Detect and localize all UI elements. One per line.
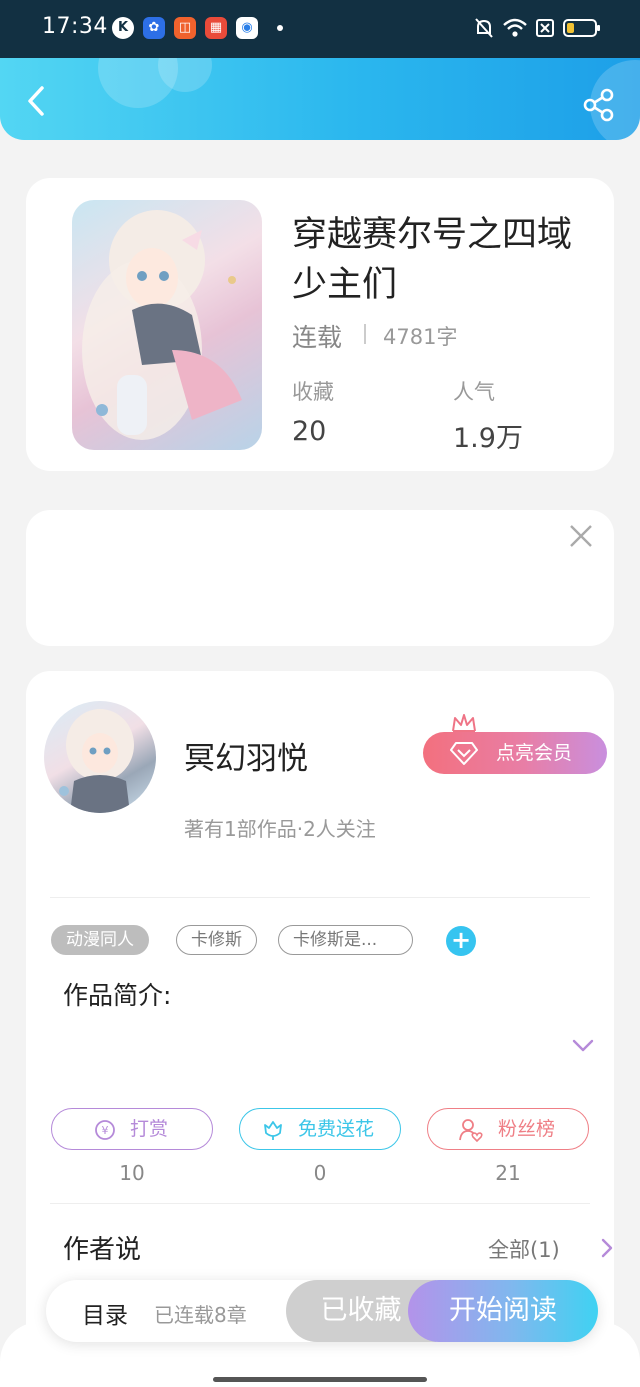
close-icon[interactable] — [568, 523, 594, 549]
tip-button[interactable]: ¥ 打赏 — [51, 1108, 213, 1150]
intro-label: 作品简介: — [63, 981, 172, 1010]
favorites-value: 20 — [292, 416, 327, 447]
mute-icon — [475, 18, 493, 38]
book-status: 连载 — [292, 323, 343, 352]
favorites-label: 收藏 — [292, 380, 334, 404]
home-indicator[interactable] — [213, 1377, 427, 1382]
chevron-down-icon[interactable] — [572, 1039, 594, 1053]
crown-icon — [452, 714, 476, 732]
share-button[interactable] — [582, 88, 616, 122]
chevron-right-icon[interactable] — [600, 1238, 614, 1258]
header-bar — [0, 58, 640, 140]
author-says-heading: 作者说 — [63, 1235, 142, 1265]
vip-button-label: 点亮会员 — [496, 742, 573, 764]
tag-chip[interactable]: 卡修斯 — [176, 925, 257, 955]
author-avatar[interactable] — [44, 701, 156, 813]
tag-chip[interactable]: 动漫同人 — [51, 925, 149, 955]
bottom-action-bar: 目录 已连载8章 已收藏 开始阅读 — [46, 1280, 598, 1342]
grid-app-icon: ◫ — [174, 17, 196, 39]
divider — [50, 1203, 590, 1204]
book-title: 穿越赛尔号之四域少主们 — [292, 215, 573, 305]
circle-app-icon: ◉ — [236, 17, 258, 39]
book-info-card: 穿越赛尔号之四域少主们 连载 4781字 收藏 20 人气 1.9万 — [26, 178, 614, 471]
fan-icon — [459, 1119, 483, 1143]
battery-icon — [563, 19, 600, 37]
author-meta: 著有1部作品·2人关注 — [184, 817, 376, 841]
author-name: 冥幻羽悦 — [184, 741, 308, 777]
popularity-value: 1.9万 — [453, 423, 523, 454]
tip-button-label: 打赏 — [130, 1118, 169, 1140]
diamond-icon — [450, 742, 478, 765]
start-reading-button[interactable]: 开始阅读 — [408, 1280, 598, 1342]
toc-button[interactable]: 目录 — [82, 1296, 128, 1330]
svg-text:¥: ¥ — [102, 1124, 109, 1137]
wifi-icon — [503, 18, 527, 37]
cover-illustration — [82, 210, 242, 440]
send-flower-label: 免费送花 — [298, 1118, 375, 1140]
fan-count: 21 — [495, 1161, 521, 1185]
book-word-count: 4781字 — [383, 325, 458, 349]
ad-banner — [26, 510, 614, 646]
yuan-coin-icon: ¥ — [95, 1120, 115, 1140]
divider — [50, 897, 590, 898]
back-button[interactable] — [20, 84, 52, 118]
fan-ranking-button[interactable]: 粉丝榜 — [427, 1108, 589, 1150]
send-flower-button[interactable]: 免费送花 — [239, 1108, 401, 1150]
flower-icon — [264, 1121, 282, 1140]
popularity-label: 人气 — [453, 380, 495, 404]
status-time: 17:34 — [42, 14, 108, 39]
k-app-icon: K — [112, 17, 134, 39]
sim-icon — [536, 19, 554, 37]
book-cover-image[interactable] — [72, 200, 262, 450]
store-app-icon: ▦ — [205, 17, 227, 39]
vip-button[interactable]: 点亮会员 — [423, 732, 607, 774]
fan-ranking-label: 粉丝榜 — [498, 1118, 556, 1140]
flower-count: 0 — [313, 1161, 327, 1185]
see-all-link[interactable]: 全部(1) — [488, 1234, 560, 1264]
tip-count: 10 — [119, 1161, 145, 1185]
status-bar: 17:34 K ✿ ◫ ▦ ◉ — [0, 0, 640, 58]
chapters-count: 已连载8章 — [154, 1303, 247, 1327]
divider — [364, 324, 366, 344]
tag-chip[interactable]: 卡修斯是... — [278, 925, 413, 955]
add-tag-button[interactable]: + — [446, 926, 476, 956]
notification-dot — [277, 25, 283, 31]
avatar-illustration — [59, 709, 134, 813]
baidu-icon: ✿ — [143, 17, 165, 39]
